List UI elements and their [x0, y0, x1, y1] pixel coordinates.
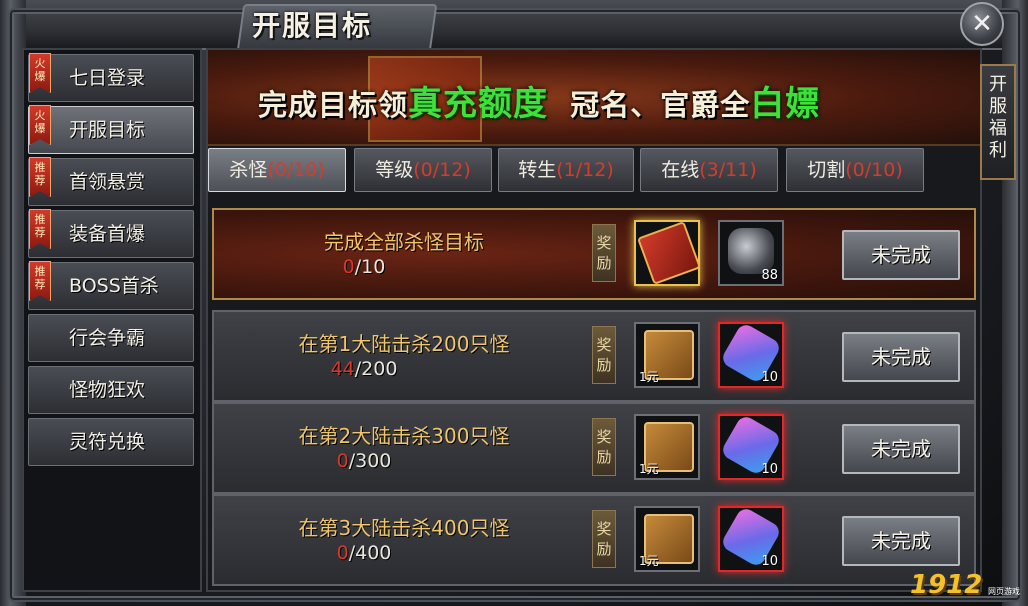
hot-badge: 火爆	[29, 105, 51, 145]
tab-level[interactable]: 等级(0/12)	[354, 148, 492, 192]
sidebar-item-label: 灵符兑换	[69, 431, 146, 453]
tab-label: 杀怪	[229, 159, 268, 181]
reward-slot[interactable]: 1元	[634, 322, 700, 388]
banner-text-part: 完成目标领	[258, 88, 409, 122]
item-note: 1元	[639, 554, 659, 568]
close-icon: ✕	[971, 9, 993, 39]
tab-rebirth[interactable]: 转生(1/12)	[498, 148, 634, 192]
reward-label: 奖励	[592, 224, 616, 282]
promo-banner: 完成目标领真充额度 冠名、官爵全白嫖	[208, 50, 980, 146]
tab-server-welfare[interactable]: 开服福利	[980, 64, 1016, 180]
task-row: 在第1大陆击杀200只怪 44/200 奖励 1元 10 未完成	[212, 310, 976, 402]
progress-current: 0	[336, 542, 349, 564]
tab-online[interactable]: 在线(3/11)	[640, 148, 778, 192]
reward-slot[interactable]: 1元	[634, 506, 700, 572]
tab-count: (0/10)	[267, 159, 325, 181]
progress-total: /400	[348, 542, 392, 564]
main-panel: 完成目标领真充额度 冠名、官爵全白嫖 杀怪(0/10) 等级(0/12) 转生(…	[206, 48, 982, 592]
game-window: 开服目标 ✕ 火爆 七日登录 火爆 开服目标 推荐 首领悬赏 推荐 装备首爆 推…	[0, 0, 1028, 606]
title-scroll-icon	[636, 220, 702, 286]
tab-count: (0/10)	[845, 159, 903, 181]
recommend-badge: 推荐	[29, 209, 51, 249]
sidebar-item-boss-bounty[interactable]: 推荐 首领悬赏	[28, 157, 194, 206]
reward-slot[interactable]	[634, 220, 702, 286]
status-button[interactable]: 未完成	[842, 332, 960, 382]
reward-slot[interactable]: 10	[718, 505, 784, 572]
reward-slot[interactable]: 1元	[634, 414, 700, 480]
sidebar-item-label: 七日登录	[69, 67, 146, 89]
sidebar-item-label: 装备首爆	[69, 223, 146, 245]
sidebar-item-seven-day-login[interactable]: 火爆 七日登录	[28, 53, 194, 102]
banner-text-part: 冠名、官爵全	[570, 88, 751, 122]
task-row: 完成全部杀怪目标 0/10 奖励 88 未完成	[212, 208, 976, 300]
task-progress: 0/300	[214, 450, 514, 472]
progress-total: /200	[354, 358, 398, 380]
item-note: 1元	[639, 370, 659, 384]
sidebar-item-guild-war[interactable]: 行会争霸	[28, 314, 194, 362]
sidebar-item-monster-carnival[interactable]: 怪物狂欢	[28, 366, 194, 414]
task-progress: 0/10	[214, 256, 514, 278]
sidebar-item-label: 怪物狂欢	[69, 379, 146, 401]
close-button[interactable]: ✕	[960, 2, 1004, 46]
sidebar-item-label: 首领悬赏	[69, 171, 146, 193]
progress-total: /10	[354, 256, 386, 278]
progress-current: 0	[342, 256, 355, 278]
sidebar-item-server-goals[interactable]: 火爆 开服目标	[28, 105, 194, 154]
reward-slot[interactable]: 88	[718, 220, 784, 286]
status-button[interactable]: 未完成	[842, 424, 960, 474]
banner-highlight: 白嫖	[750, 84, 821, 124]
task-row: 在第2大陆击杀300只怪 0/300 奖励 1元 10 未完成	[212, 402, 976, 494]
tab-count: (3/11)	[699, 159, 757, 181]
task-name: 在第3大陆击杀400只怪	[298, 516, 510, 540]
progress-current: 44	[330, 358, 355, 380]
tab-label: 等级	[375, 159, 414, 181]
reward-label: 奖励	[592, 418, 616, 476]
recommend-badge: 推荐	[29, 261, 51, 301]
banner-headline: 完成目标领真充额度 冠名、官爵全白嫖	[258, 76, 958, 124]
status-button[interactable]: 未完成	[842, 516, 960, 566]
tab-label: 转生	[518, 159, 557, 181]
sidebar-item-talisman-exchange[interactable]: 灵符兑换	[28, 418, 194, 466]
item-note: 1元	[639, 462, 659, 476]
recommend-badge: 推荐	[29, 157, 51, 197]
sidebar-item-label: 行会争霸	[69, 327, 146, 349]
tab-cutting[interactable]: 切割(0/10)	[786, 148, 924, 192]
reward-label: 奖励	[592, 510, 616, 568]
sidebar: 火爆 七日登录 火爆 开服目标 推荐 首领悬赏 推荐 装备首爆 推荐 BOSS首…	[22, 48, 202, 592]
progress-current: 0	[336, 450, 349, 472]
task-name: 完成全部杀怪目标	[324, 230, 484, 254]
item-quantity: 10	[761, 462, 778, 477]
task-row: 在第3大陆击杀400只怪 0/400 奖励 1元 10 未完成	[212, 494, 976, 586]
tab-label: 切割	[807, 159, 846, 181]
task-name: 在第1大陆击杀200只怪	[298, 332, 510, 356]
item-quantity: 88	[761, 268, 778, 283]
task-progress: 44/200	[214, 358, 514, 380]
sidebar-item-label: 开服目标	[69, 119, 146, 141]
sidebar-item-boss-first-kill[interactable]: 推荐 BOSS首杀	[28, 261, 194, 310]
hot-badge: 火爆	[29, 53, 51, 93]
tab-count: (1/12)	[556, 159, 614, 181]
task-progress: 0/400	[214, 542, 514, 564]
tab-label: 在线	[661, 159, 700, 181]
status-button[interactable]: 未完成	[842, 230, 960, 280]
banner-highlight: 真充额度	[408, 84, 549, 124]
progress-total: /300	[348, 450, 392, 472]
tab-count: (0/12)	[413, 159, 471, 181]
task-name: 在第2大陆击杀300只怪	[298, 424, 510, 448]
item-quantity: 10	[761, 554, 778, 569]
sidebar-item-first-drop[interactable]: 推荐 装备首爆	[28, 209, 194, 258]
reward-slot[interactable]: 10	[718, 413, 784, 480]
reward-slot[interactable]: 10	[718, 321, 784, 388]
sidebar-item-label: BOSS首杀	[69, 275, 159, 297]
tab-kill-monsters[interactable]: 杀怪(0/10)	[208, 148, 346, 192]
item-quantity: 10	[761, 370, 778, 385]
window-title: 开服目标	[252, 9, 373, 42]
site-logo-subtitle: 网页游戏	[988, 587, 1020, 596]
reward-label: 奖励	[592, 326, 616, 384]
